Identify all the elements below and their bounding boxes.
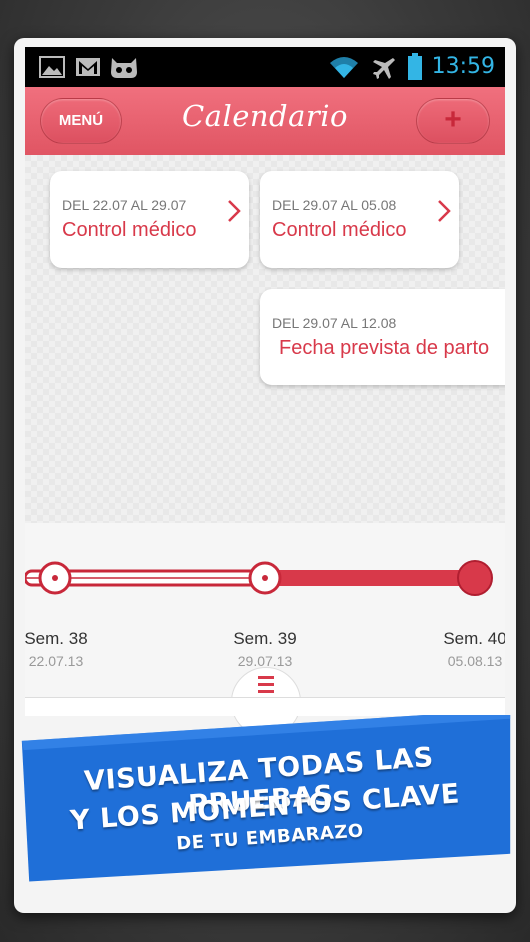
week-label: Sem. 38 <box>25 629 88 648</box>
event-date: DEL 29.07 AL 05.08 <box>272 197 397 213</box>
week-date: 05.08.13 <box>447 653 503 669</box>
chevron-right-icon <box>227 199 241 228</box>
wifi-icon <box>328 54 360 85</box>
timeline-node-week-39[interactable] <box>248 561 282 595</box>
event-title: Fecha prevista de parto <box>279 337 490 359</box>
status-bar: 13:59 <box>25 47 505 87</box>
event-date: DEL 29.07 AL 12.08 <box>272 315 397 331</box>
week-label: Sem. 39 <box>233 629 297 648</box>
image-icon <box>39 56 65 83</box>
timeline-track <box>25 560 493 596</box>
event-date: DEL 22.07 AL 29.07 <box>62 197 187 213</box>
week-marker[interactable]: Sem. 38 22.07.13 <box>25 629 106 669</box>
event-title: Control médico <box>62 219 197 241</box>
timeline-node-week-40[interactable] <box>457 560 493 596</box>
event-card[interactable]: DEL 29.07 AL 05.08 Control médico <box>260 171 459 268</box>
plus-icon: + <box>444 103 462 136</box>
app-header: MENÚ Calendario + <box>25 87 505 155</box>
airplane-icon <box>372 56 396 85</box>
event-title: Control médico <box>272 219 407 241</box>
add-event-button[interactable]: + <box>416 98 490 144</box>
week-marker[interactable]: Sem. 39 29.07.13 <box>215 629 315 669</box>
week-label: Sem. 40 <box>443 629 505 648</box>
status-time: 13:59 <box>431 54 495 79</box>
chevron-right-icon <box>437 199 451 228</box>
gmail-icon <box>75 56 101 83</box>
app-screen: 13:59 MENÚ Calendario + DEL 22.07 AL 29.… <box>25 47 505 697</box>
cyanogen-icon <box>109 56 139 85</box>
promo-banner <box>21 715 511 882</box>
event-card[interactable]: DEL 29.07 AL 12.08 Fecha prevista de par… <box>260 289 505 385</box>
week-date: 22.07.13 <box>28 653 84 669</box>
week-marker[interactable]: Sem. 40 05.08.13 <box>425 629 505 669</box>
event-card[interactable]: DEL 22.07 AL 29.07 Control médico <box>50 171 249 268</box>
battery-icon <box>407 53 423 86</box>
calendar-content: DEL 22.07 AL 29.07 Control médico DEL 29… <box>25 155 505 523</box>
bottom-bar <box>25 697 505 716</box>
timeline-node-week-38[interactable] <box>38 561 72 595</box>
